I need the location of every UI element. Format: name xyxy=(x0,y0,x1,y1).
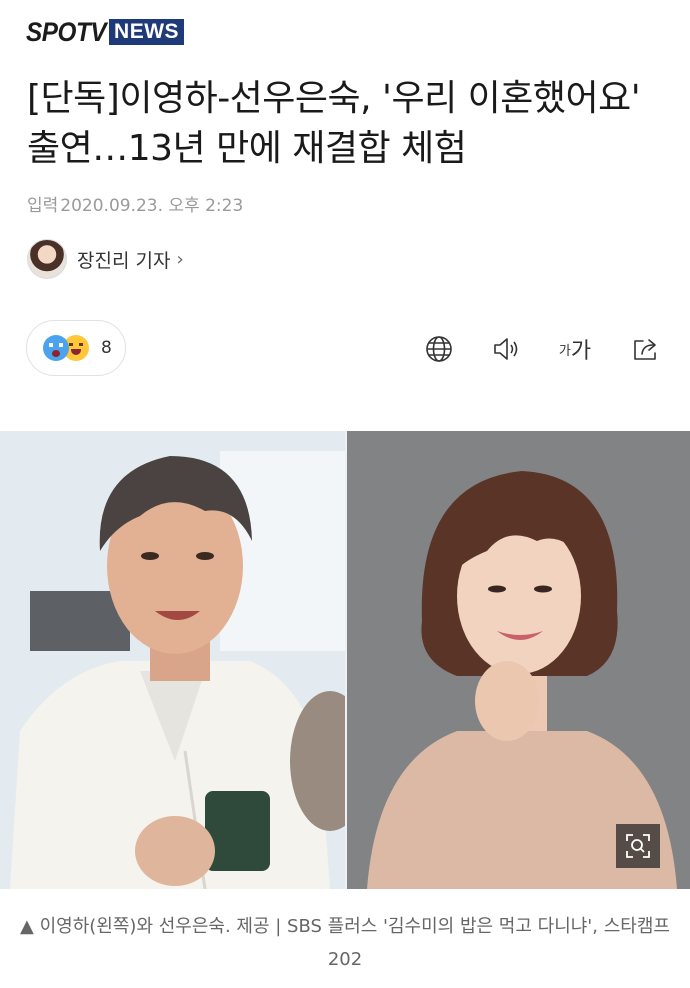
article-title: [단독]이영하-선우은숙, '우리 이혼했어요' 출연…13년 만에 재결합 체… xyxy=(27,78,641,169)
chevron-right-icon: › xyxy=(176,248,184,270)
reporter-avatar xyxy=(27,239,67,279)
photo-caption: ▲ 이영하(왼쪽)와 선우은숙. 제공 | SBS 플러스 '김수미의 밥은 먹… xyxy=(20,916,670,970)
article-photo xyxy=(0,431,690,889)
photo-zoom-button[interactable] xyxy=(616,824,660,868)
publish-date: 2020.09.23. 오후 2:23 xyxy=(60,196,244,216)
font-small-glyph: 가 xyxy=(558,343,571,359)
man-portrait-illustration xyxy=(0,431,345,889)
font-size-button[interactable]: 가가 xyxy=(555,333,595,365)
article-toolbar: 가가 xyxy=(0,333,690,365)
photo-left-lee-young-ha xyxy=(0,431,345,889)
share-icon xyxy=(634,339,656,360)
logo-news-text: NEWS xyxy=(109,19,185,45)
woman-portrait-illustration xyxy=(347,431,690,889)
photo-right-sunwoo-eunsook xyxy=(347,431,690,889)
date-label: 입력 xyxy=(27,196,59,216)
listen-button[interactable] xyxy=(491,333,525,365)
speaker-icon xyxy=(494,338,518,360)
zoom-search-icon xyxy=(626,834,650,858)
globe-icon xyxy=(426,336,452,362)
reporter-name: 장진리 기자 xyxy=(77,249,171,272)
share-button[interactable] xyxy=(630,333,662,365)
translate-button[interactable] xyxy=(424,333,454,365)
article-meta: 입력 2020.09.23. 오후 2:23 xyxy=(27,191,243,216)
font-big-glyph: 가 xyxy=(570,339,592,364)
reporter-link[interactable]: 장진리 기자 › xyxy=(27,239,184,279)
surprised-emoji-icon xyxy=(43,335,69,361)
spotv-news-logo[interactable]: SPOTV NEWS xyxy=(26,17,185,47)
logo-spotv-text: SPOTV xyxy=(26,17,107,47)
